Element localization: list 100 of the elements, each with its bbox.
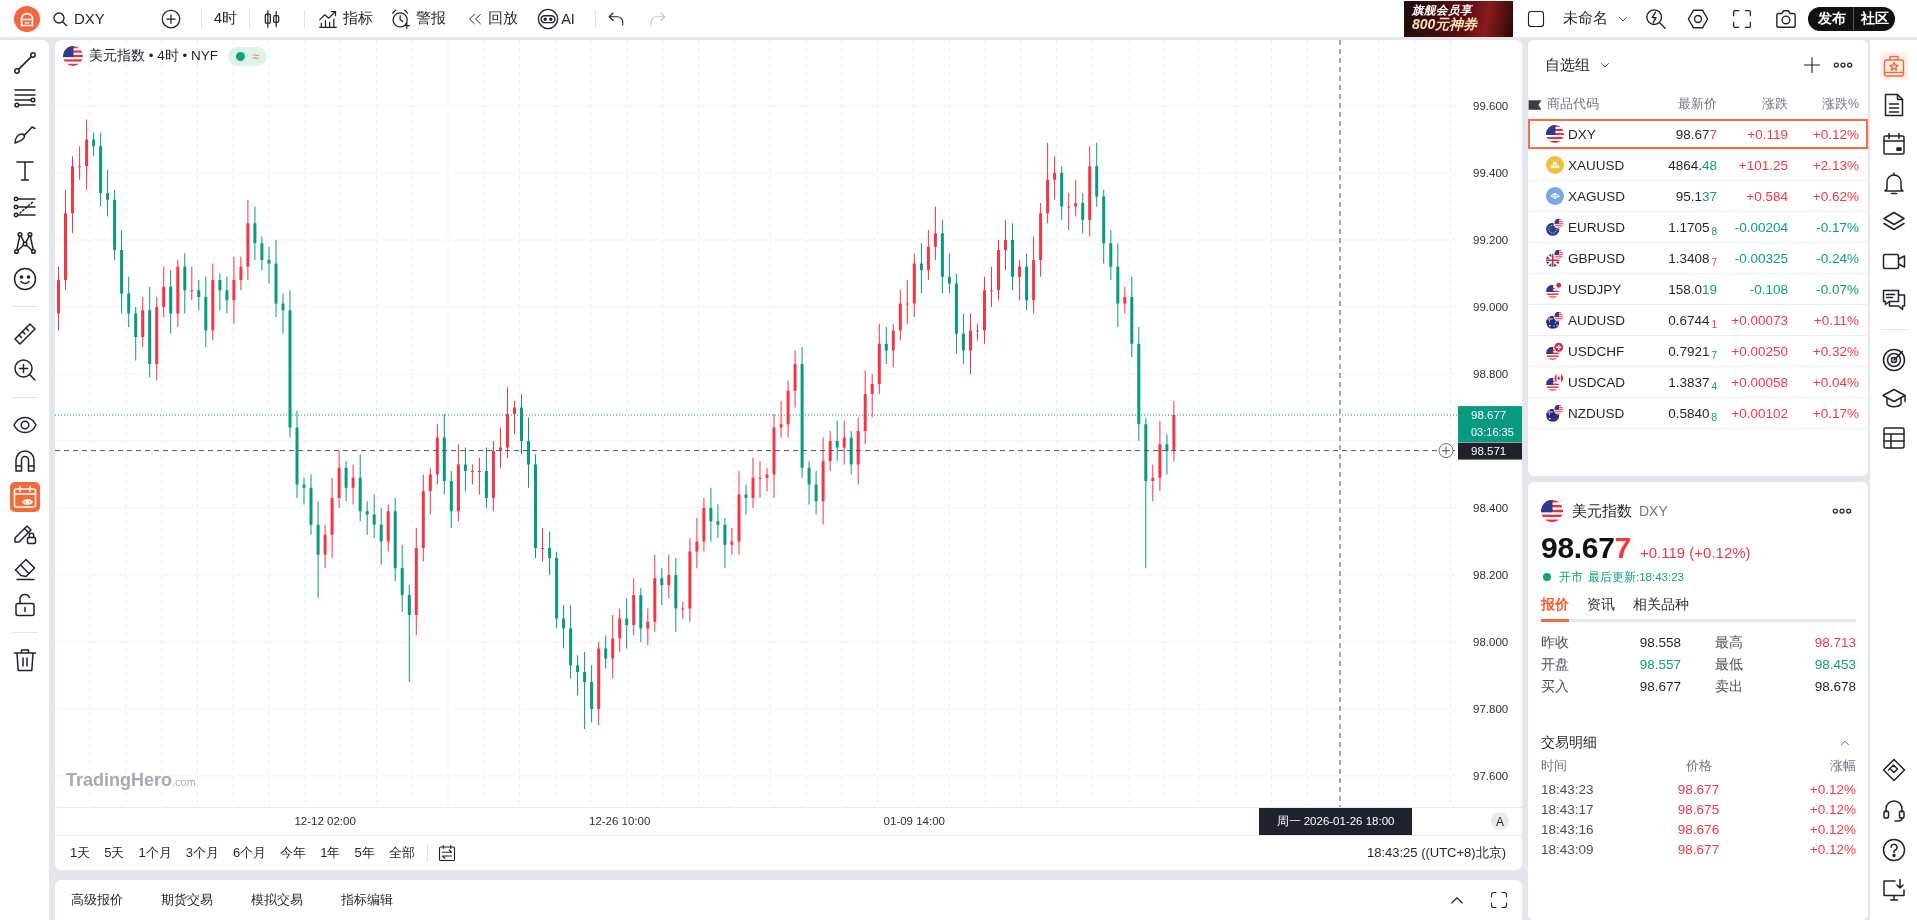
candle xyxy=(1074,179,1078,217)
calendar-eye-icon[interactable] xyxy=(9,482,40,512)
range-button[interactable]: 今年 xyxy=(280,844,307,862)
watchlist-row[interactable]: USDCHF 0.7921$_{7}$ +0.00250 +0.32% xyxy=(1528,336,1868,367)
interval-button[interactable]: 4时 xyxy=(213,9,238,28)
candle xyxy=(576,655,580,696)
change-percent-text: -0.07% xyxy=(1815,281,1859,297)
range-button[interactable]: 1天 xyxy=(70,844,91,862)
watchlist-group-dropdown[interactable]: 自选组 xyxy=(1545,55,1611,75)
candle xyxy=(632,578,636,636)
candle xyxy=(961,313,965,364)
search-icon xyxy=(52,10,68,27)
candle xyxy=(898,290,902,341)
indicators-button[interactable]: 指标 xyxy=(318,8,374,29)
candle xyxy=(92,132,96,157)
range-button[interactable]: 5天 xyxy=(104,844,125,862)
star-bag-icon[interactable] xyxy=(1879,51,1908,80)
countdown-label: 03:16:35 xyxy=(1471,426,1514,439)
calendar-arrows-icon[interactable] xyxy=(437,844,456,862)
panel-tab[interactable]: 高级报价 xyxy=(71,891,123,909)
alarm-clock-icon xyxy=(391,8,412,29)
candle xyxy=(912,253,916,317)
detail-tab[interactable]: 相关品种 xyxy=(1633,596,1689,622)
expand-icon[interactable] xyxy=(1490,891,1508,909)
panel-tab[interactable]: 期货交易 xyxy=(161,891,213,909)
plus-icon[interactable] xyxy=(1803,56,1821,74)
auto-scale-button[interactable]: A xyxy=(1491,812,1509,830)
candle xyxy=(1165,434,1169,475)
range-button[interactable]: 1个月 xyxy=(138,844,172,862)
candle xyxy=(1060,166,1064,220)
watchlist-row[interactable]: USDCAD 1.3837$_{4}$ +0.00058 +0.04% xyxy=(1528,367,1868,398)
range-button[interactable]: 6个月 xyxy=(232,844,267,862)
trade-change: +0.12% xyxy=(1808,821,1856,839)
candle xyxy=(428,467,432,515)
candle xyxy=(1158,420,1162,492)
candle xyxy=(1004,219,1007,271)
trade-change: +0.12% xyxy=(1808,781,1856,799)
symbol-search[interactable]: DXY xyxy=(52,10,105,27)
candle xyxy=(127,276,131,327)
change-text: +0.00073 xyxy=(1730,312,1788,328)
change-text: +0.584 xyxy=(1745,188,1788,204)
alert-button[interactable]: 警报 xyxy=(391,8,447,29)
watchlist-row[interactable]: EURUSD 1.1705$_{8}$ -0.00204 -0.17% xyxy=(1528,212,1868,243)
watchlist-row[interactable]: XAGUSD 95.137 +0.584 +0.62% xyxy=(1528,181,1868,212)
candle xyxy=(604,635,608,669)
flag-pair-icon xyxy=(1546,280,1564,298)
fullscreen-icon[interactable] xyxy=(1732,8,1752,29)
last-price-text: 158.019 xyxy=(1667,281,1717,297)
candle xyxy=(323,524,327,569)
candle xyxy=(141,296,145,348)
watchlist-row[interactable]: DXY 98.677 +0.119 +0.12% xyxy=(1528,119,1868,150)
candle xyxy=(758,461,762,498)
watchlist-row[interactable]: NZDUSD 0.5840$_{8}$ +0.00102 +0.17% xyxy=(1528,398,1868,429)
change-percent-text: +0.17% xyxy=(1811,405,1859,421)
candle xyxy=(709,487,713,542)
candle xyxy=(891,323,895,368)
symbol-text: EURUSD xyxy=(1568,219,1626,235)
market-status-text: 开市 xyxy=(1559,569,1583,585)
candle xyxy=(919,243,923,294)
candle xyxy=(183,253,187,314)
range-button[interactable]: 5年 xyxy=(354,844,375,862)
plus-circle-icon[interactable] xyxy=(160,8,181,29)
range-button[interactable]: 3个月 xyxy=(185,844,219,862)
last-price-text: 4864.48 xyxy=(1667,157,1717,173)
detail-tab[interactable]: 资讯 xyxy=(1587,596,1615,622)
candle xyxy=(463,447,467,492)
watchlist-row[interactable]: XAUUSD 4864.48 +101.25 +2.13% xyxy=(1528,150,1868,181)
watchlist-row[interactable]: GBPUSD 1.3408$_{7}$ -0.00325 -0.24% xyxy=(1528,243,1868,274)
candle xyxy=(1018,260,1022,301)
candle xyxy=(365,501,369,535)
watchlist-row[interactable]: AUDUSD 0.6744$_{1}$ +0.00073 +0.11% xyxy=(1528,305,1868,336)
candle xyxy=(618,608,622,652)
community-button[interactable]: 社区 xyxy=(1853,6,1895,31)
lightning-magnifier-icon[interactable] xyxy=(1645,7,1667,30)
range-button[interactable]: 1年 xyxy=(320,844,341,862)
replay-button[interactable]: 回放 xyxy=(467,9,519,28)
time-tick-label: 12-26 10:00 xyxy=(589,815,651,827)
candle xyxy=(1151,464,1155,502)
camera-icon[interactable] xyxy=(1775,7,1797,30)
quote-value: 98.713 xyxy=(1813,634,1856,652)
trade-time: 18:43:16 xyxy=(1541,821,1595,839)
settings-icon[interactable] xyxy=(1687,7,1709,30)
panel-tab[interactable]: 指标编辑 xyxy=(341,891,393,909)
ai-button[interactable]: AI xyxy=(537,7,575,30)
candle xyxy=(639,588,643,642)
candle xyxy=(1053,156,1057,200)
watchlist-row[interactable]: USDJPY 158.019 -0.108 -0.07% xyxy=(1528,274,1868,305)
candle xyxy=(744,484,748,515)
layout-name-dropdown[interactable]: 未命名 xyxy=(1563,9,1629,28)
promo-banner[interactable]: 旗舰会员享 800元神券 xyxy=(1404,0,1513,37)
range-button[interactable]: 全部 xyxy=(388,844,415,862)
candle xyxy=(976,323,979,341)
candle xyxy=(372,494,376,538)
logo-icon[interactable] xyxy=(14,5,40,32)
change-percent-text: +0.12% xyxy=(1811,126,1859,142)
square-icon[interactable] xyxy=(1527,9,1545,28)
publish-button[interactable]: 发布 xyxy=(1808,6,1853,31)
panel-tab[interactable]: 模拟交易 xyxy=(251,891,303,909)
column-header: 涨幅 xyxy=(1829,758,1856,775)
change-text: -0.108 xyxy=(1748,281,1788,297)
